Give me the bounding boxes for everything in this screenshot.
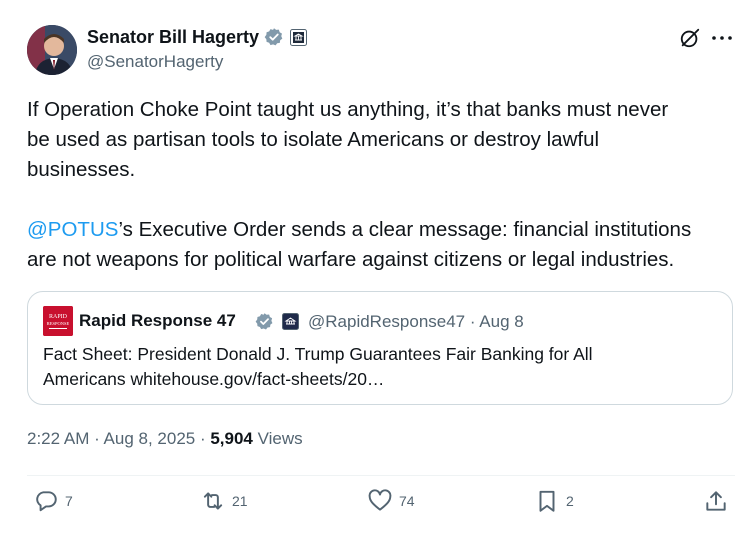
action-bar: 7 21 74 2	[0, 488, 752, 522]
verified-badge-icon[interactable]	[255, 312, 274, 331]
author-display-name[interactable]: Senator Bill Hagerty	[87, 26, 259, 48]
quoted-display-name[interactable]: Rapid Response 47	[79, 311, 236, 331]
repost-count: 21	[232, 493, 248, 509]
mention-link[interactable]: @POTUS	[27, 218, 118, 241]
views-count: 5,904	[210, 429, 253, 448]
quoted-tweet-card[interactable]: RAPID RESPONSE Rapid Response 47 @RapidR…	[27, 291, 733, 405]
bookmark-button[interactable]: 2	[534, 488, 574, 514]
views-label: Views	[252, 429, 303, 448]
tweet-line: are not weapons for political warfare ag…	[27, 248, 675, 271]
heart-icon	[368, 489, 392, 511]
reply-icon	[36, 491, 57, 512]
tweet-line: be used as partisan tools to isolate Ame…	[27, 128, 600, 151]
rapid-response-logo-icon: RAPID RESPONSE	[43, 306, 73, 336]
share-button[interactable]	[703, 488, 729, 514]
verified-badge-icon[interactable]	[264, 27, 284, 47]
tweet-text: If Operation Choke Point taught us anyth…	[27, 95, 737, 275]
grok-icon[interactable]	[679, 27, 701, 49]
quoted-text-line: Americans whitehouse.gov/fact-sheets/20…	[43, 369, 385, 389]
tweet-line-rest: ’s Executive Order sends a clear message…	[118, 218, 692, 241]
quoted-text: Fact Sheet: President Donald J. Trump Gu…	[43, 342, 713, 392]
senator-portrait-icon	[27, 25, 77, 75]
bookmark-icon	[539, 490, 555, 512]
timestamp-link[interactable]: 2:22 AM · Aug 8, 2025 ·	[27, 429, 210, 448]
author-name-row: Senator Bill Hagerty	[87, 26, 308, 48]
quoted-avatar[interactable]: RAPID RESPONSE	[43, 306, 73, 336]
reply-count: 7	[65, 493, 73, 509]
senate-seal-icon[interactable]	[290, 28, 308, 46]
like-count: 74	[399, 493, 415, 509]
repost-icon	[203, 492, 223, 510]
like-button[interactable]: 74	[367, 488, 415, 514]
author-handle[interactable]: @SenatorHagerty	[87, 52, 223, 72]
repost-button[interactable]: 21	[200, 488, 248, 514]
bookmark-count: 2	[566, 493, 574, 509]
tweet-line: If Operation Choke Point taught us anyth…	[27, 98, 669, 121]
quoted-handle-date[interactable]: @RapidResponse47 · Aug 8	[308, 312, 524, 332]
tweet-meta: 2:22 AM · Aug 8, 2025 · 5,904 Views	[27, 429, 303, 449]
tweet-line: businesses.	[27, 158, 136, 181]
quoted-text-line: Fact Sheet: President Donald J. Trump Gu…	[43, 344, 593, 364]
tweet-line: @POTUS’s Executive Order sends a clear m…	[27, 215, 737, 245]
avatar[interactable]	[27, 25, 77, 75]
reply-button[interactable]: 7	[33, 488, 73, 514]
share-icon	[706, 491, 726, 511]
svg-text:RAPID: RAPID	[49, 314, 68, 320]
more-options-icon[interactable]	[712, 36, 732, 40]
white-house-seal-icon[interactable]	[282, 313, 299, 330]
divider	[27, 475, 735, 476]
svg-text:RESPONSE: RESPONSE	[47, 321, 70, 326]
